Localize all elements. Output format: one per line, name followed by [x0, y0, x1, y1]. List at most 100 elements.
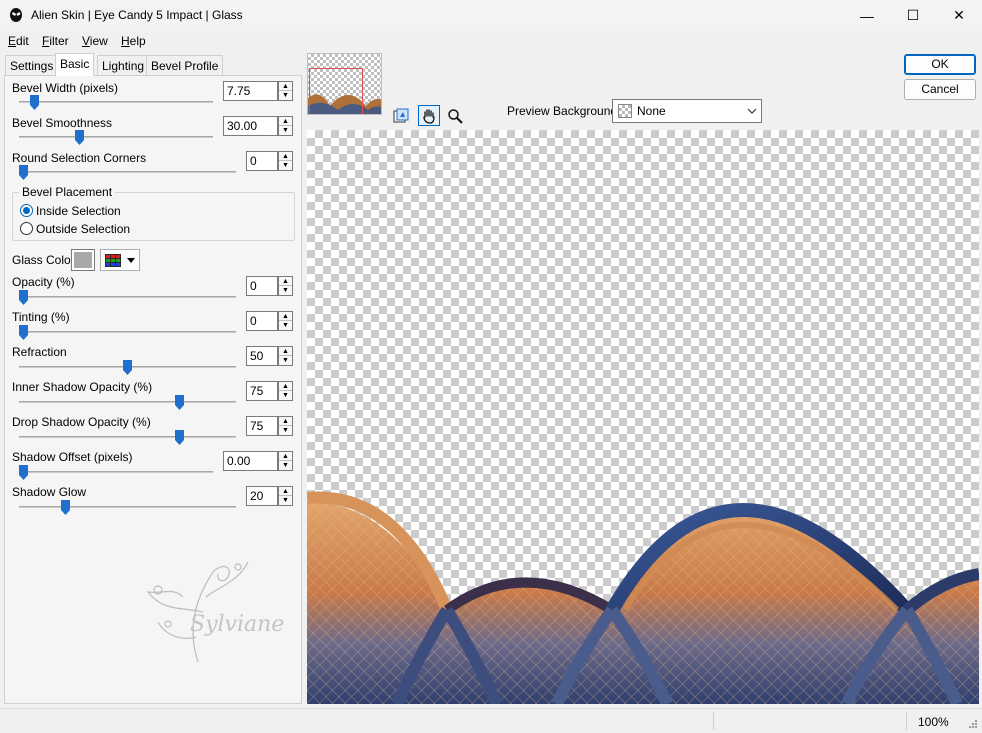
menu-edit-mnemonic: E — [8, 34, 17, 48]
outside-selection-radio[interactable] — [20, 222, 33, 235]
opacity-spinner[interactable]: ▲ ▼ — [278, 276, 293, 296]
glass-color-fill — [74, 252, 92, 268]
spin-down-icon[interactable]: ▼ — [279, 161, 292, 170]
spin-up-icon[interactable]: ▲ — [279, 82, 292, 91]
menu-view[interactable]: View — [82, 34, 108, 48]
tab-basic[interactable]: Basic — [55, 53, 95, 76]
tab-settings[interactable]: Settings — [5, 55, 59, 75]
spin-down-icon[interactable]: ▼ — [279, 286, 292, 295]
spin-down-icon[interactable]: ▼ — [279, 356, 292, 365]
dropdown-arrow-icon — [127, 258, 135, 263]
tinting-slider-thumb[interactable] — [19, 325, 28, 340]
opacity-track[interactable] — [19, 296, 236, 298]
drop-shadow-track[interactable] — [19, 436, 236, 438]
shadow-offset-track[interactable] — [19, 471, 213, 473]
spin-down-icon[interactable]: ▼ — [279, 461, 292, 470]
glass-color-label: Glass Color — [12, 253, 75, 267]
maximize-button[interactable]: ☐ — [890, 0, 936, 31]
shadow-glow-input[interactable]: 20 — [246, 486, 278, 506]
spin-up-icon[interactable]: ▲ — [279, 277, 292, 286]
shadow-offset-spinner[interactable]: ▲ ▼ — [278, 451, 293, 471]
drop-shadow-spinner[interactable]: ▲ ▼ — [278, 416, 293, 436]
refraction-spinner[interactable]: ▲ ▼ — [278, 346, 293, 366]
inner-shadow-label: Inner Shadow Opacity (%) — [12, 380, 153, 394]
spin-up-icon[interactable]: ▲ — [279, 347, 292, 356]
cancel-button[interactable]: Cancel — [904, 79, 976, 100]
bevel-smoothness-track[interactable] — [19, 136, 213, 138]
zoom-tool-button[interactable] — [444, 105, 466, 126]
menu-help[interactable]: Help — [121, 34, 146, 48]
inner-shadow-input[interactable]: 75 — [246, 381, 278, 401]
spin-down-icon[interactable]: ▼ — [279, 321, 292, 330]
spin-down-icon[interactable]: ▼ — [279, 91, 292, 100]
spin-up-icon[interactable]: ▲ — [279, 312, 292, 321]
alien-skin-app-icon — [10, 8, 22, 22]
bevel-smoothness-slider-thumb[interactable] — [74, 130, 84, 145]
bevel-smoothness-input[interactable]: 30.00 — [223, 116, 278, 136]
menu-filter[interactable]: Filter — [42, 34, 69, 48]
round-corners-input[interactable]: 0 — [246, 151, 278, 171]
preview-background-select[interactable]: None — [612, 99, 762, 123]
opacity-input[interactable]: 0 — [246, 276, 278, 296]
menu-edit[interactable]: Edit — [8, 34, 29, 48]
tinting-spinner[interactable]: ▲ ▼ — [278, 311, 293, 331]
spin-up-icon[interactable]: ▲ — [279, 152, 292, 161]
drop-shadow-label: Drop Shadow Opacity (%) — [12, 415, 151, 429]
preview-navigator[interactable] — [307, 53, 382, 115]
spin-up-icon[interactable]: ▲ — [279, 117, 292, 126]
inside-selection-label[interactable]: Inside Selection — [36, 204, 121, 218]
tab-bevel-profile[interactable]: Bevel Profile — [146, 55, 224, 75]
glass-preview-render — [307, 491, 979, 704]
hand-tool-button[interactable] — [418, 105, 440, 126]
round-corners-track[interactable] — [19, 171, 236, 173]
bevel-smoothness-label: Bevel Smoothness — [12, 116, 113, 130]
inner-shadow-spinner[interactable]: ▲ ▼ — [278, 381, 293, 401]
glass-color-swatch[interactable] — [71, 249, 95, 271]
ok-button[interactable]: OK — [904, 54, 976, 75]
bevel-width-input[interactable]: 7.75 — [223, 81, 278, 101]
inner-shadow-track[interactable] — [19, 401, 236, 403]
refraction-input[interactable]: 50 — [246, 346, 278, 366]
round-corners-spinner[interactable]: ▲ ▼ — [278, 151, 293, 171]
bevel-width-spinner[interactable]: ▲ ▼ — [278, 81, 293, 101]
color-grid-icon — [105, 254, 121, 267]
inner-shadow-slider-thumb[interactable] — [175, 395, 184, 410]
navigator-tool-button[interactable] — [390, 105, 412, 126]
spin-down-icon[interactable]: ▼ — [279, 496, 292, 505]
tab-lighting[interactable]: Lighting — [97, 55, 150, 75]
spin-down-icon[interactable]: ▼ — [279, 391, 292, 400]
drop-shadow-slider-thumb[interactable] — [175, 430, 184, 445]
color-picker-button[interactable] — [100, 249, 140, 271]
round-corners-slider-thumb[interactable] — [19, 165, 28, 180]
preview-canvas[interactable] — [307, 130, 979, 704]
bevel-width-slider-thumb[interactable] — [30, 95, 40, 110]
spin-down-icon[interactable]: ▼ — [279, 126, 292, 135]
menu-filter-label: ilter — [49, 34, 69, 48]
shadow-offset-slider-thumb[interactable] — [19, 465, 28, 480]
bevel-smoothness-spinner[interactable]: ▲ ▼ — [278, 116, 293, 136]
resize-grip-icon[interactable] — [966, 719, 978, 731]
spin-up-icon[interactable]: ▲ — [279, 487, 292, 496]
zoom-level: 100% — [918, 715, 949, 729]
shadow-offset-input[interactable]: 0.00 — [223, 451, 278, 471]
drop-shadow-input[interactable]: 75 — [246, 416, 278, 436]
shadow-glow-spinner[interactable]: ▲ ▼ — [278, 486, 293, 506]
spin-up-icon[interactable]: ▲ — [279, 417, 292, 426]
navigator-viewport-frame[interactable] — [309, 68, 363, 114]
minimize-button[interactable]: — — [844, 0, 890, 31]
menu-view-label: iew — [89, 34, 108, 48]
outside-selection-label[interactable]: Outside Selection — [36, 222, 130, 236]
opacity-label: Opacity (%) — [12, 275, 75, 289]
shadow-glow-slider-thumb[interactable] — [60, 500, 70, 515]
spin-down-icon[interactable]: ▼ — [279, 426, 292, 435]
shadow-glow-track[interactable] — [19, 506, 236, 508]
close-button[interactable]: ✕ — [936, 0, 982, 31]
opacity-slider-thumb[interactable] — [19, 290, 28, 305]
spin-up-icon[interactable]: ▲ — [279, 382, 292, 391]
spin-up-icon[interactable]: ▲ — [279, 452, 292, 461]
bevel-width-track[interactable] — [19, 101, 213, 103]
refraction-slider-thumb[interactable] — [123, 360, 132, 375]
inside-selection-radio[interactable] — [20, 204, 33, 217]
tinting-input[interactable]: 0 — [246, 311, 278, 331]
tinting-track[interactable] — [19, 331, 236, 333]
